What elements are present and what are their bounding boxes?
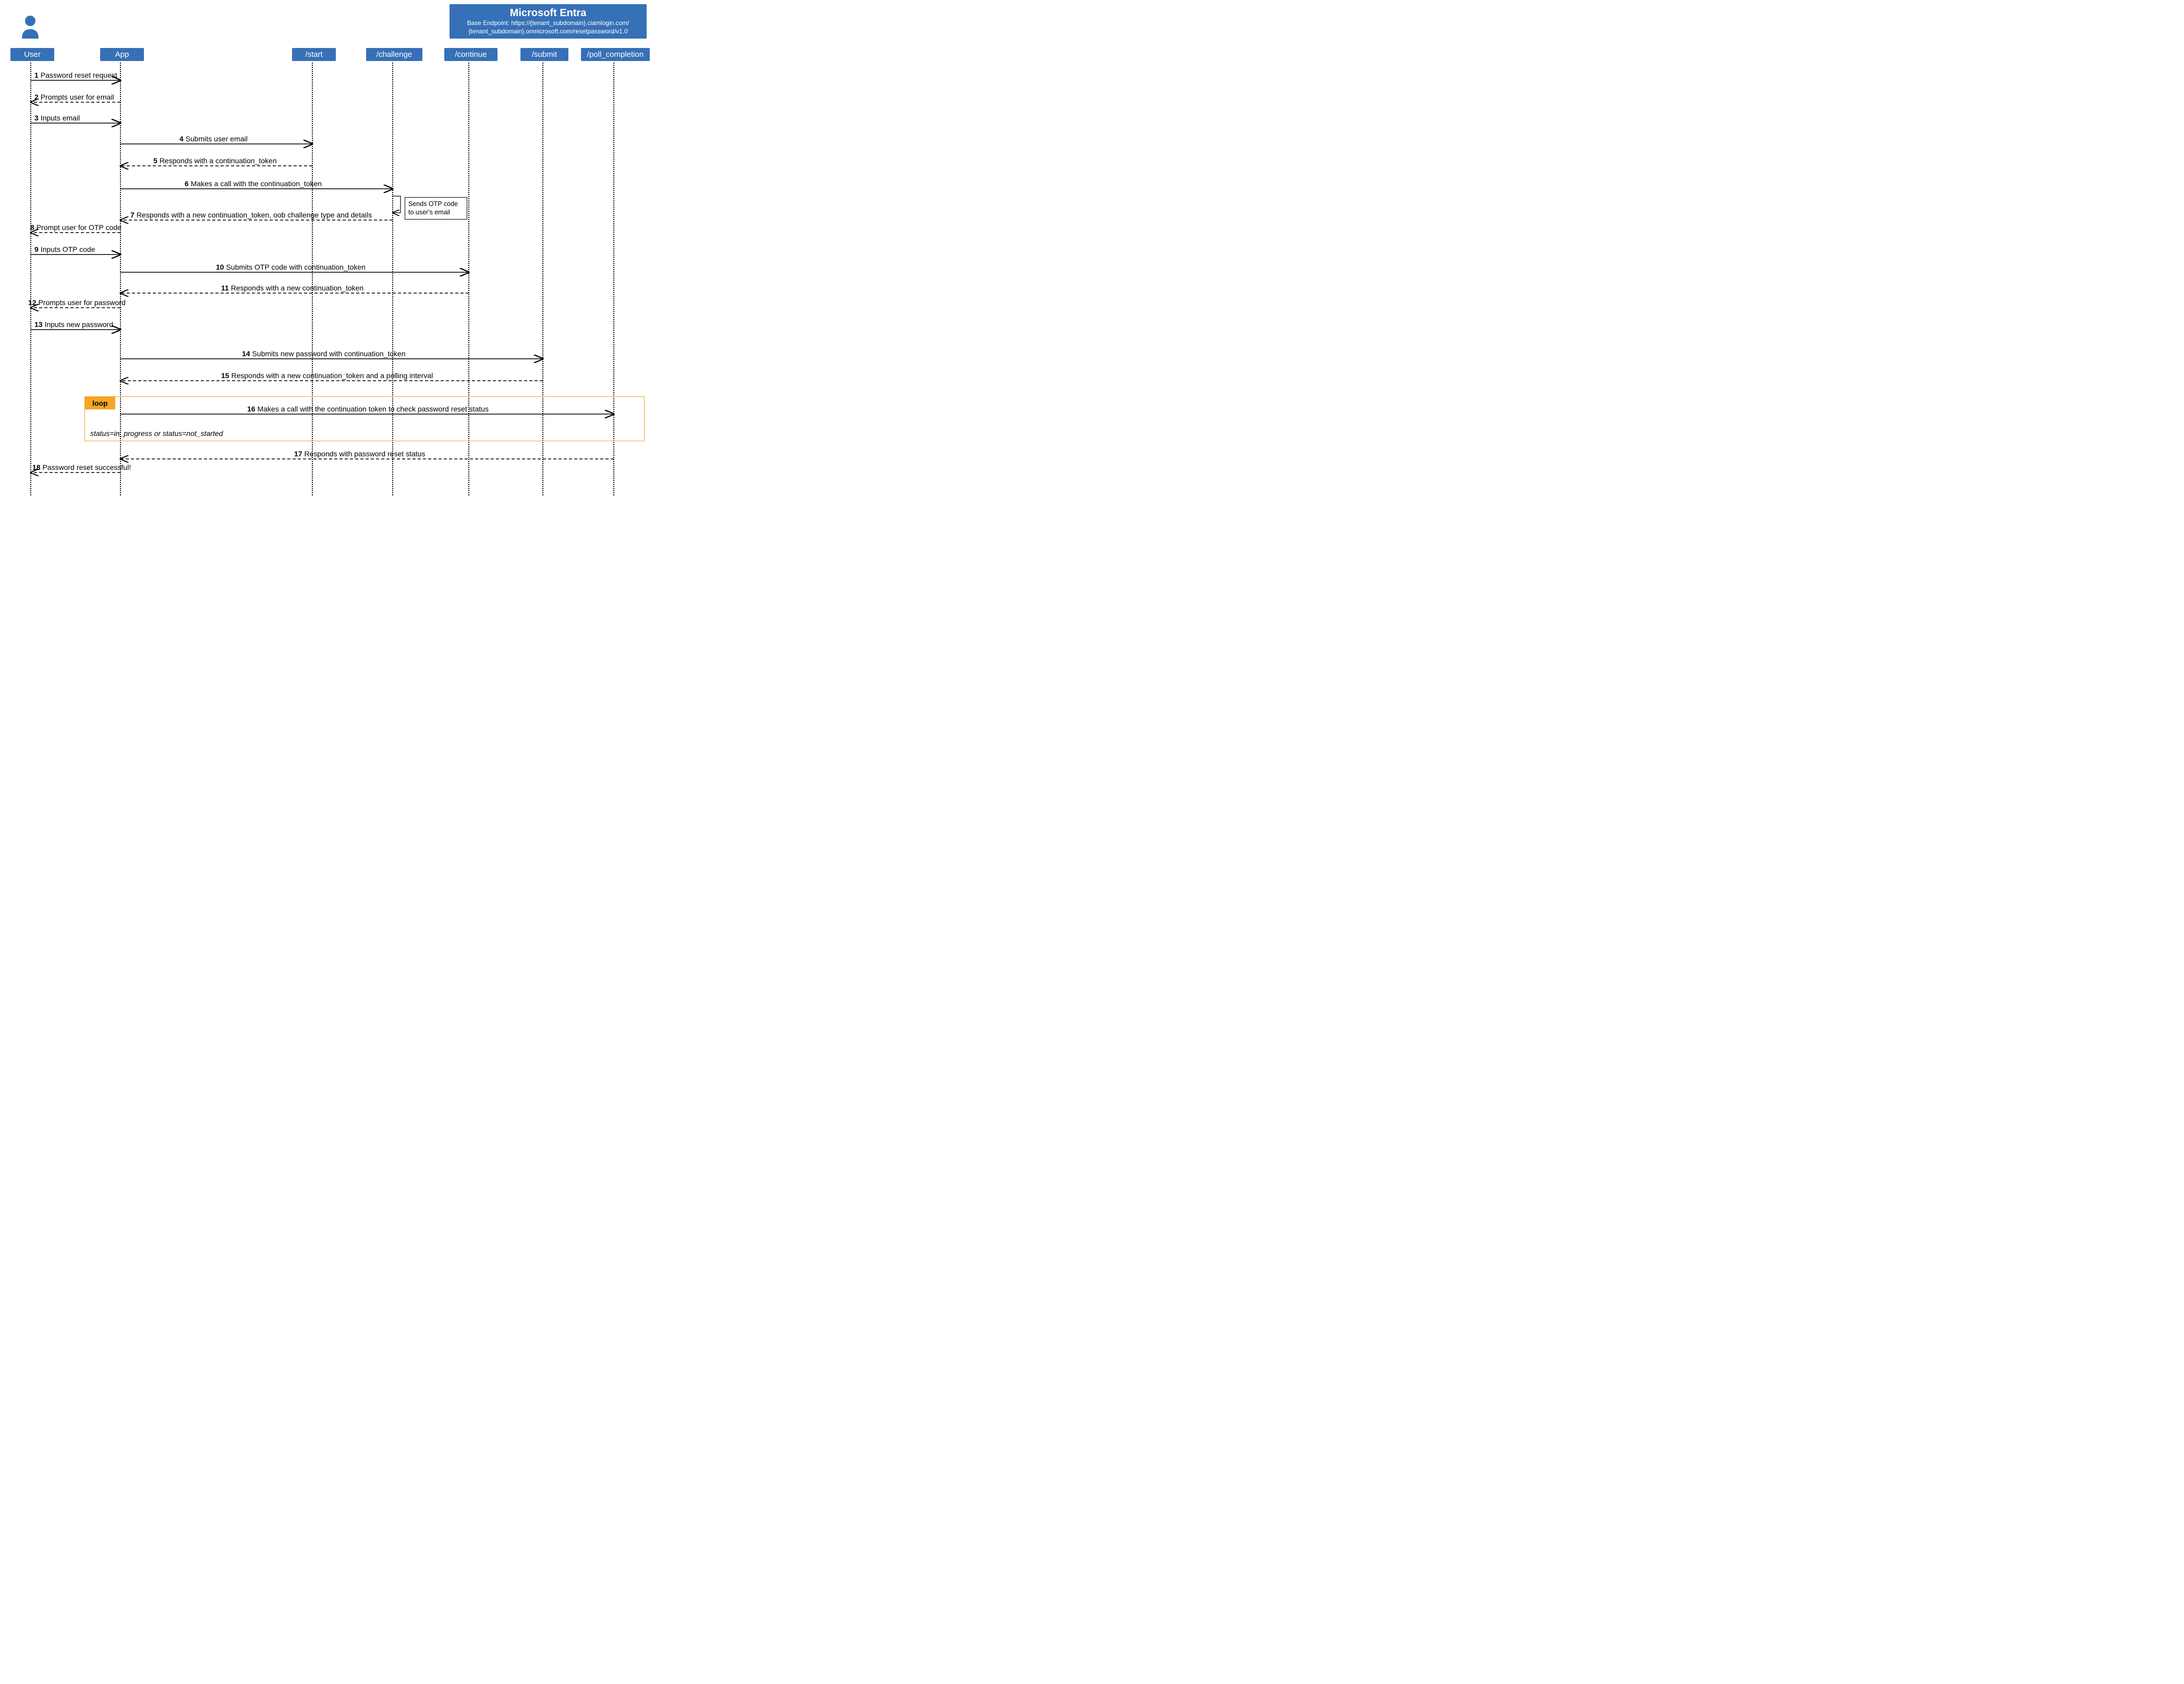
msg-7: 7 Responds with a new continuation_token… — [130, 211, 372, 219]
note-otp: Sends OTP code to user's email — [405, 197, 467, 220]
entra-sub2: {tenant_subdomain}.onmicrosoft.com/reset… — [455, 28, 641, 36]
entra-sub1: Base Endpoint: https://{tenant_subdomain… — [455, 19, 641, 28]
msg-16: 16 Makes a call with the continuation to… — [247, 405, 489, 413]
sequence-diagram: Microsoft Entra Base Endpoint: https://{… — [2, 2, 649, 503]
msg-1: 1 Password reset request — [34, 71, 117, 79]
lane-challenge: /challenge — [366, 48, 422, 61]
lifeline-user — [30, 63, 31, 495]
msg-8: 8 Prompt user for OTP code — [30, 223, 122, 232]
msg-17: 17 Responds with password reset status — [294, 450, 425, 458]
msg-2: 2 Prompts user for email — [34, 93, 114, 101]
msg-15: 15 Responds with a new continuation_toke… — [221, 371, 433, 380]
msg-6: 6 Makes a call with the continuation_tok… — [185, 179, 322, 188]
entra-title: Microsoft Entra — [455, 7, 641, 19]
lane-app: App — [100, 48, 144, 61]
msg-12: 12 Prompts user for password — [28, 298, 126, 307]
loop-condition: status=in_progress or status=not_started — [85, 426, 228, 441]
msg-11: 11 Responds with a new continuation_toke… — [221, 284, 363, 292]
lane-start: /start — [292, 48, 336, 61]
user-icon — [21, 15, 40, 40]
entra-header: Microsoft Entra Base Endpoint: https://{… — [450, 4, 647, 39]
lane-submit: /submit — [520, 48, 568, 61]
msg-14: 14 Submits new password with continuatio… — [242, 349, 406, 358]
msg-4: 4 Submits user email — [179, 135, 248, 143]
msg-5: 5 Responds with a continuation_token — [153, 156, 277, 165]
loop-fragment: loop status=in_progress or status=not_st… — [84, 396, 645, 441]
msg-9: 9 Inputs OTP code — [34, 245, 95, 253]
lane-poll: /poll_completion — [581, 48, 650, 61]
msg-3: 3 Inputs email — [34, 114, 80, 122]
msg-10: 10 Submits OTP code with continuation_to… — [216, 263, 366, 271]
loop-tag: loop — [85, 397, 115, 409]
lane-continue: /continue — [444, 48, 498, 61]
msg-18: 18 Password reset successful! — [32, 463, 131, 471]
msg-13: 13 Inputs new password — [34, 320, 113, 329]
lane-user: User — [10, 48, 54, 61]
